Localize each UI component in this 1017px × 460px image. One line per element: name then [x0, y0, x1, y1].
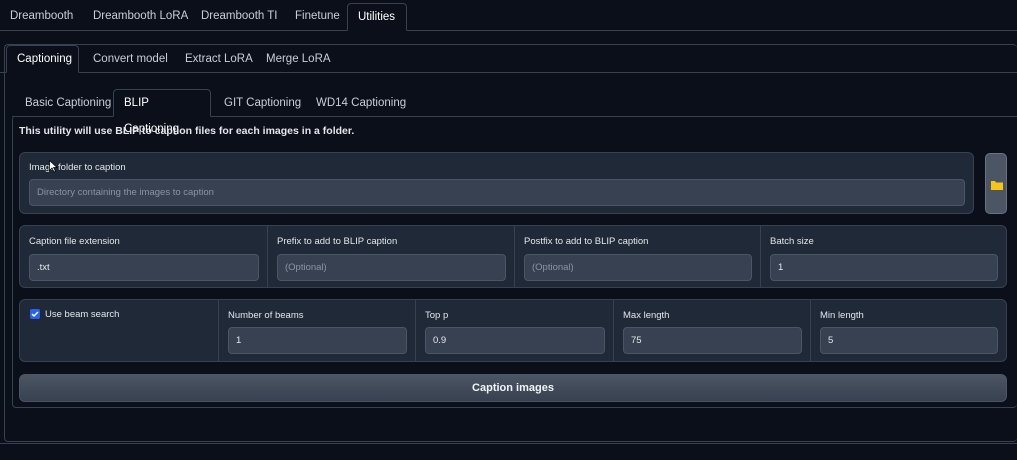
tab-dreambooth-ti[interactable]: Dreambooth TI [191, 3, 288, 29]
image-folder-group: Image folder to caption Directory contai… [19, 152, 974, 214]
num-beams-input[interactable]: 1 [228, 327, 407, 354]
num-beams-cell: Number of beams 1 [218, 300, 415, 361]
folder-button[interactable] [985, 153, 1007, 214]
caption-ext-label: Caption file extension [29, 236, 120, 247]
tab-finetune[interactable]: Finetune [285, 3, 350, 29]
tab-basic-captioning[interactable]: Basic Captioning [15, 90, 121, 116]
folder-icon [991, 181, 1003, 190]
description-text: This utility will use BLIP to caption fi… [19, 125, 355, 137]
beam-options-row: Use beam search Number of beams 1 Top p … [19, 299, 1007, 362]
batch-size-input[interactable]: 1 [770, 254, 998, 281]
beam-search-checkbox[interactable] [30, 309, 40, 319]
min-length-cell: Min length 5 [810, 300, 1006, 361]
num-beams-label: Number of beams [228, 310, 304, 321]
max-length-input[interactable]: 75 [623, 327, 802, 354]
max-length-label: Max length [623, 310, 670, 321]
image-folder-input[interactable]: Directory containing the images to capti… [29, 179, 965, 206]
tab-wd14-captioning[interactable]: WD14 Captioning [306, 90, 416, 116]
min-length-label: Min length [820, 310, 864, 321]
tab-merge-lora[interactable]: Merge LoRA [256, 46, 341, 72]
prefix-input[interactable]: (Optional) [277, 254, 506, 281]
tab-git-captioning[interactable]: GIT Captioning [214, 90, 311, 116]
max-length-cell: Max length 75 [613, 300, 810, 361]
utility-tab-divider [0, 72, 1017, 73]
tab-convert-model[interactable]: Convert model [83, 46, 178, 72]
tab-utilities[interactable]: Utilities [347, 3, 407, 31]
postfix-input[interactable]: (Optional) [524, 254, 752, 281]
tab-dreambooth[interactable]: Dreambooth [0, 3, 83, 29]
postfix-label: Postfix to add to BLIP caption [524, 236, 649, 247]
top-p-label: Top p [425, 310, 449, 321]
bottom-divider [0, 443, 1017, 444]
tab-dreambooth-lora[interactable]: Dreambooth LoRA [83, 3, 198, 29]
image-folder-label: Image folder to caption [29, 162, 126, 173]
caption-ext-cell: Caption file extension .txt [20, 226, 267, 287]
prefix-cell: Prefix to add to BLIP caption (Optional) [267, 226, 514, 287]
caption-images-button[interactable]: Caption images [19, 374, 1007, 402]
top-p-cell: Top p 0.9 [415, 300, 613, 361]
postfix-cell: Postfix to add to BLIP caption (Optional… [514, 226, 760, 287]
top-p-input[interactable]: 0.9 [425, 327, 605, 354]
batch-size-label: Batch size [770, 236, 814, 247]
cursor-icon [49, 159, 59, 173]
batch-size-cell: Batch size 1 [760, 226, 1006, 287]
prefix-label: Prefix to add to BLIP caption [277, 236, 398, 247]
check-icon [31, 311, 39, 318]
min-length-input[interactable]: 5 [820, 327, 998, 354]
beam-search-cell: Use beam search [20, 300, 218, 361]
tab-captioning[interactable]: Captioning [6, 45, 79, 73]
beam-search-label: Use beam search [45, 309, 120, 320]
top-tab-bar: Dreambooth Dreambooth LoRA Dreambooth TI… [0, 0, 1017, 31]
caption-ext-input[interactable]: .txt [29, 254, 259, 281]
caption-options-row: Caption file extension .txt Prefix to ad… [19, 225, 1007, 288]
tab-extract-lora[interactable]: Extract LoRA [175, 46, 263, 72]
tab-blip-captioning[interactable]: BLIP Captioning [113, 89, 211, 135]
